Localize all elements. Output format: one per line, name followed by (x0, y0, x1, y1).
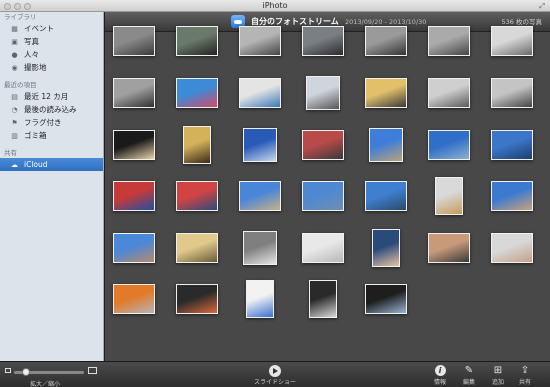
title-bar: iPhoto ⤢ (0, 0, 550, 12)
zoom-slider-knob[interactable] (22, 368, 30, 376)
zoom-label: 拡大／縮小 (30, 381, 61, 387)
shared-header: 共有 (4, 149, 17, 157)
photo-sky-tower[interactable] (243, 128, 277, 162)
sidebar-item-photos[interactable]: ▣ 写真 (0, 35, 103, 48)
photo-bay[interactable] (302, 181, 344, 211)
photo-thin-laptop[interactable] (428, 78, 470, 108)
faces-icon: ● (11, 50, 18, 59)
photo-peace-laptop[interactable] (491, 233, 533, 263)
sidebar-item-last-import[interactable]: ◔ 最後の読み込み (0, 103, 103, 116)
photo-monitor[interactable] (309, 280, 337, 318)
sidebar-item-places[interactable]: ◉ 撮影地 (0, 61, 103, 74)
info-button[interactable]: i 情報 (429, 365, 451, 387)
play-icon (269, 365, 281, 377)
sidebar-item-label: iCloud (24, 160, 48, 169)
sidebar-item-last-12-months[interactable]: ▤ 最近 12 カ月 (0, 90, 103, 103)
photo-people-park[interactable] (491, 181, 533, 211)
fullscreen-icon[interactable]: ⤢ (539, 2, 545, 10)
photo-bikes-2[interactable] (176, 181, 218, 211)
sidebar-item-icloud[interactable]: ☁ iCloud (0, 158, 103, 171)
photo-hand-cup[interactable] (435, 177, 463, 215)
places-icon: ◉ (11, 63, 18, 72)
add-icon: ⊞ (493, 365, 503, 376)
photo-hall[interactable] (365, 26, 407, 56)
slideshow-label: スライドショー (253, 379, 296, 386)
sidebar-item-label: イベント (24, 24, 54, 33)
share-label: 共有 (518, 379, 531, 386)
edit-label: 編集 (462, 379, 475, 386)
window-title: iPhoto (262, 1, 288, 10)
photo-crowd-gold[interactable] (183, 126, 211, 164)
info-icon: i (434, 365, 446, 376)
edit-button[interactable]: ✎ 編集 (458, 365, 480, 387)
events-icon: ▦ (11, 24, 18, 33)
sidebar-item-label: 撮影地 (24, 63, 47, 72)
photo-keyboard-hand[interactable] (243, 231, 277, 265)
photo-device[interactable] (428, 26, 470, 56)
photo-coast[interactable] (365, 181, 407, 211)
photo-macbook-keyboard[interactable] (365, 78, 407, 108)
photo-phone-app[interactable] (176, 284, 218, 314)
add-button[interactable]: ⊞ 追加 (487, 365, 509, 387)
zoom-in-icon[interactable] (88, 367, 97, 374)
share-button[interactable]: ⇪ 共有 (514, 365, 536, 387)
sidebar-item-label: 最近 12 カ月 (24, 92, 69, 101)
import-icon: ◔ (11, 105, 18, 114)
photo-bikes[interactable] (113, 181, 155, 211)
photo-desk[interactable] (113, 26, 155, 56)
sidebar-item-events[interactable]: ▦ イベント (0, 22, 103, 35)
photo-app-screen[interactable] (246, 280, 274, 318)
photo-ultrabook[interactable] (239, 78, 281, 108)
photo-hand-close[interactable] (428, 233, 470, 263)
sidebar-item-faces[interactable]: ● 人々 (0, 48, 103, 61)
calendar-icon: ▤ (11, 92, 18, 101)
zoom-out-icon[interactable] (5, 368, 11, 373)
photo-tablet[interactable] (365, 284, 407, 314)
photo-orange-card[interactable] (113, 284, 155, 314)
sidebar-item-label: 写真 (24, 37, 39, 46)
sidebar-item-label: フラグ付き (24, 118, 62, 127)
icloud-icon: ☁ (11, 160, 18, 169)
photo-peace-sign[interactable] (372, 229, 400, 267)
photo-laptop-screen[interactable] (306, 76, 340, 110)
photo-room[interactable] (176, 26, 218, 56)
pencil-icon: ✎ (464, 365, 474, 376)
add-label: 追加 (491, 379, 504, 386)
photo-grid (105, 26, 550, 361)
photos-icon: ▣ (11, 37, 18, 46)
bottom-toolbar: 拡大／縮小 スライドショー i 情報 ✎ 編集 ⊞ 追加 ⇪ 共有 (0, 361, 550, 387)
photo-beach[interactable] (369, 128, 403, 162)
flag-icon: ⚑ (11, 118, 18, 127)
photo-shore[interactable] (239, 181, 281, 211)
photo-laptop-closed[interactable] (113, 78, 155, 108)
photo-cafe[interactable] (176, 233, 218, 263)
photo-people-2[interactable] (113, 233, 155, 263)
sidebar-item-trash[interactable]: ▥ ゴミ箱 (0, 129, 103, 142)
photo-food[interactable] (113, 130, 155, 160)
photo-laptop-side[interactable] (491, 78, 533, 108)
slideshow-button[interactable]: スライドショー (250, 365, 300, 387)
share-icon: ⇪ (520, 365, 530, 376)
info-label: 情報 (433, 379, 446, 386)
photo-macbook[interactable] (491, 26, 533, 56)
sidebar-item-flagged[interactable]: ⚑ フラグ付き (0, 116, 103, 129)
sidebar-item-label: 最後の読み込み (24, 105, 77, 114)
photo-ocean[interactable] (428, 130, 470, 160)
photo-street[interactable] (302, 26, 344, 56)
photo-stream-view: 自分のフォトストリーム 2013/09/20 - 2013/10/30 536 … (105, 12, 550, 361)
trash-icon: ▥ (11, 131, 18, 140)
library-header: ライブラリ (4, 13, 37, 21)
photo-laptops-colorful[interactable] (176, 78, 218, 108)
sidebar: ライブラリ ▦ イベント ▣ 写真 ● 人々 ◉ 撮影地 最近の項目 ▤ 最近 … (0, 12, 104, 361)
sidebar-item-label: ゴミ箱 (24, 131, 47, 140)
recent-header: 最近の項目 (4, 81, 37, 89)
sidebar-item-label: 人々 (24, 50, 39, 59)
photo-laptop-top[interactable] (239, 26, 281, 56)
photo-runners[interactable] (302, 130, 344, 160)
photo-sea-horizon[interactable] (491, 130, 533, 160)
photo-document[interactable] (302, 233, 344, 263)
